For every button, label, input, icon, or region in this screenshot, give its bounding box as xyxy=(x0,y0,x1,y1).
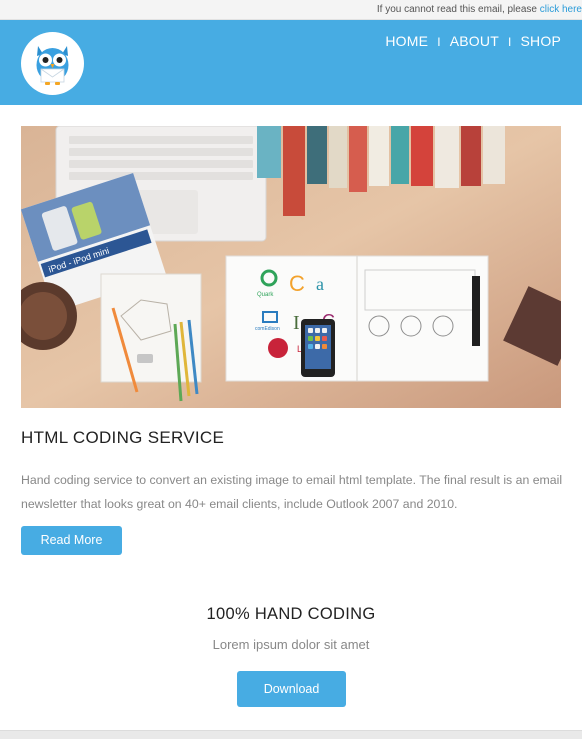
email-page: If you cannot read this email, please cl… xyxy=(0,0,582,739)
read-more-button[interactable]: Read More xyxy=(21,526,122,555)
nav-about[interactable]: ABOUT xyxy=(450,33,499,49)
preheader: If you cannot read this email, please cl… xyxy=(0,0,582,20)
edison-logo-text: comEdison xyxy=(255,326,280,332)
header: HOME I ABOUT I SHOP xyxy=(0,20,582,105)
nav-home[interactable]: HOME xyxy=(385,33,428,49)
svg-text:a: a xyxy=(316,274,324,294)
nav-separator: I xyxy=(437,35,441,49)
section-title: HTML CODING SERVICE xyxy=(21,428,225,447)
main-nav: HOME I ABOUT I SHOP xyxy=(385,33,561,49)
quark-logo-text: Quark xyxy=(257,292,274,298)
svg-text:C: C xyxy=(289,271,305,296)
click-here-link[interactable]: click here xyxy=(540,4,582,15)
feature-title: 100% HAND CODING xyxy=(206,605,376,623)
section-description: Hand coding service to convert an existi… xyxy=(21,473,563,511)
download-button[interactable]: Download xyxy=(237,671,346,707)
owl-logo-icon[interactable] xyxy=(21,32,84,95)
preheader-text: If you cannot read this email, please xyxy=(376,4,537,15)
nav-shop[interactable]: SHOP xyxy=(521,33,561,49)
hero-image: iPod - iPod mini Quark C a comEdison I xyxy=(21,126,561,408)
nav-separator: I xyxy=(507,35,512,49)
svg-text:I: I xyxy=(293,312,300,334)
feature-subtitle: Lorem ipsum dolor sit amet xyxy=(212,637,370,652)
